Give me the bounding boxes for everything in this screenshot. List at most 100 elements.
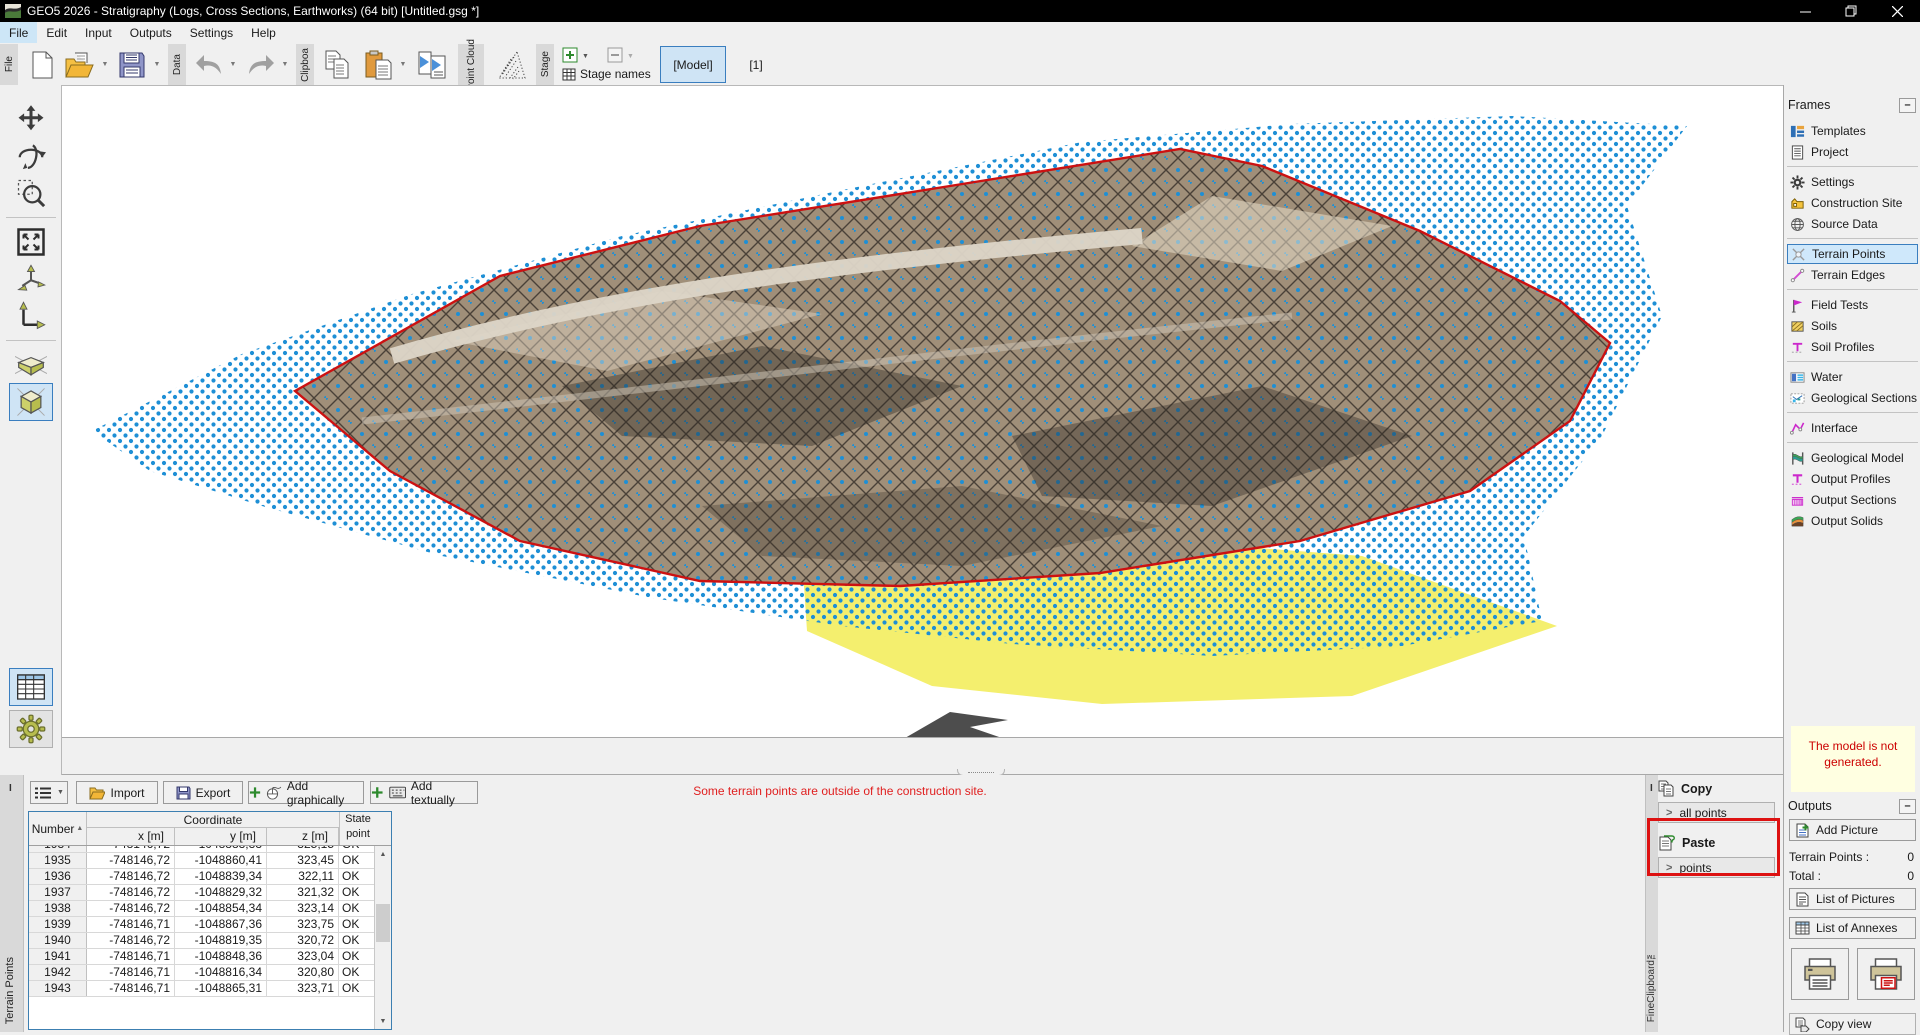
stage-1-button[interactable]: [1] [738,46,774,83]
frames-item-project[interactable]: Project [1787,142,1918,162]
new-file-button[interactable] [26,47,58,82]
table-row[interactable]: 1941-748146,71-1048848,36323,04OK [29,949,374,965]
frames-item-soils[interactable]: Soils [1787,316,1918,336]
frames-item-water[interactable]: Water [1787,367,1918,387]
points-table[interactable]: Number▲ Coordinate x [m] y [m] z [m] Sta… [28,811,392,1030]
point-cloud-button[interactable] [490,47,530,82]
scroll-down-icon[interactable]: ▼ [375,1013,391,1029]
redo-dropdown[interactable]: ▼ [278,47,292,82]
close-button[interactable] [1874,0,1920,22]
clipboard-splitter[interactable]: I FineClipboard™ [1645,775,1658,1032]
horizontal-splitter[interactable] [62,737,1783,775]
add-textually-button[interactable]: Add textually [370,781,478,804]
table-row[interactable]: 1937-748146,72-1048829,32321,32OK [29,885,374,901]
table-row[interactable]: 1935-748146,72-1048860,41323,45OK [29,853,374,869]
print-button[interactable] [1791,948,1849,1000]
model-not-generated-notice: The model is not generated. [1791,726,1915,792]
frames-item-geological-model[interactable]: Geological Model [1787,448,1918,468]
remove-stage-dropdown[interactable]: ▼ [627,53,634,60]
menu-help[interactable]: Help [242,22,285,43]
list-of-pictures-button[interactable]: List of Pictures [1789,888,1916,910]
open-dropdown[interactable]: ▼ [98,47,112,82]
axonometry-axes-button[interactable] [9,260,53,298]
frames-item-geological-sections[interactable]: Geological Sections [1787,388,1918,408]
model-stage-button[interactable]: [Model] [660,46,726,83]
restore-button[interactable] [1828,0,1874,22]
save-button[interactable] [114,47,150,82]
rotate-tool-button[interactable] [9,137,53,175]
paste-dropdown[interactable]: ▼ [396,47,410,82]
frames-item-output-sections[interactable]: Output Sections [1787,490,1918,510]
axonometric-view-button[interactable] [9,383,53,421]
table-row[interactable]: 1942-748146,71-1048816,34320,80OK [29,965,374,981]
open-file-button[interactable] [62,47,98,82]
list-of-annexes-button[interactable]: List of Annexes [1789,917,1916,939]
paste-special-button[interactable] [414,47,452,82]
table-row[interactable]: 1934-748146,72-1048883,33325,15OK [29,846,374,853]
scroll-up-icon[interactable]: ▲ [375,846,391,862]
add-stage-dropdown[interactable]: ▼ [582,53,589,60]
clipboard-grip[interactable]: I [1650,783,1653,794]
export-button[interactable]: Export [163,781,243,804]
fit-to-window-button[interactable] [9,223,53,261]
paste-points-button[interactable]: > points [1658,857,1775,878]
list-options-button[interactable]: ▼ [30,781,68,804]
model-viewport[interactable] [62,85,1783,737]
frames-item-soil-profiles[interactable]: Soil Profiles [1787,337,1918,357]
plan-axes-button[interactable] [9,297,53,335]
table-row[interactable]: 1938-748146,72-1048854,34323,14OK [29,901,374,917]
menu-edit[interactable]: Edit [37,22,76,43]
perspective-view-button[interactable] [9,346,53,384]
table-view-button[interactable] [9,668,53,706]
panel-grip[interactable]: I [9,783,12,794]
print-with-annotation-button[interactable] [1857,948,1915,1000]
drawing-settings-button[interactable] [9,710,53,748]
undo-dropdown[interactable]: ▼ [226,47,240,82]
column-header-x[interactable]: x [m] [87,828,175,845]
stage-names-icon[interactable] [562,68,576,81]
minimize-button[interactable] [1782,0,1828,22]
column-header-y[interactable]: y [m] [175,828,267,845]
copy-all-points-button[interactable]: > all points [1658,802,1775,823]
frames-item-terrain-edges[interactable]: Terrain Edges [1787,265,1918,285]
bottom-panel-tab[interactable]: I Terrain Points [0,775,24,1032]
table-scrollbar[interactable]: ▲ ▼ [374,846,391,1029]
column-header-z[interactable]: z [m] [267,828,339,845]
import-button[interactable]: Import [76,781,158,804]
frames-item-field-tests[interactable]: Field Tests [1787,295,1918,315]
output-profiles-icon [1790,472,1805,487]
frames-item-output-profiles[interactable]: Output Profiles [1787,469,1918,489]
menu-outputs[interactable]: Outputs [121,22,181,43]
column-header-number[interactable]: Number▲ [29,812,87,845]
table-row[interactable]: 1940-748146,72-1048819,35320,72OK [29,933,374,949]
remove-stage-button[interactable] [607,47,623,66]
add-picture-button[interactable]: Add Picture [1789,819,1916,841]
table-row[interactable]: 1936-748146,72-1048839,34322,11OK [29,869,374,885]
stage-names-label[interactable]: Stage names [580,67,651,81]
frames-item-output-solids[interactable]: Output Solids [1787,511,1918,531]
frames-item-construction-site[interactable]: Construction Site [1787,193,1918,213]
column-header-state[interactable]: State point [339,812,376,845]
frames-minimize-button[interactable]: – [1899,98,1916,113]
pan-tool-button[interactable] [9,100,53,138]
outputs-minimize-button[interactable]: – [1899,799,1916,814]
zoom-window-button[interactable] [9,174,53,212]
menu-settings[interactable]: Settings [181,22,242,43]
paste-button[interactable] [360,47,396,82]
add-graphically-button[interactable]: Add graphically [248,781,364,804]
undo-button[interactable] [192,47,226,82]
save-dropdown[interactable]: ▼ [150,47,164,82]
frames-item-source-data[interactable]: Source Data [1787,214,1918,234]
frames-item-settings[interactable]: Settings [1787,172,1918,192]
table-row[interactable]: 1943-748146,71-1048865,31323,71OK [29,981,374,997]
copy-button[interactable] [320,47,356,82]
menu-file[interactable]: File [0,22,37,43]
scrollbar-thumb[interactable] [376,904,390,942]
frames-item-terrain-points[interactable]: Terrain Points [1787,244,1918,264]
menu-input[interactable]: Input [76,22,121,43]
redo-button[interactable] [244,47,278,82]
table-row[interactable]: 1939-748146,71-1048867,36323,75OK [29,917,374,933]
add-stage-button[interactable] [562,47,578,66]
frames-item-interface[interactable]: Interface [1787,418,1918,438]
frames-item-templates[interactable]: Templates [1787,121,1918,141]
